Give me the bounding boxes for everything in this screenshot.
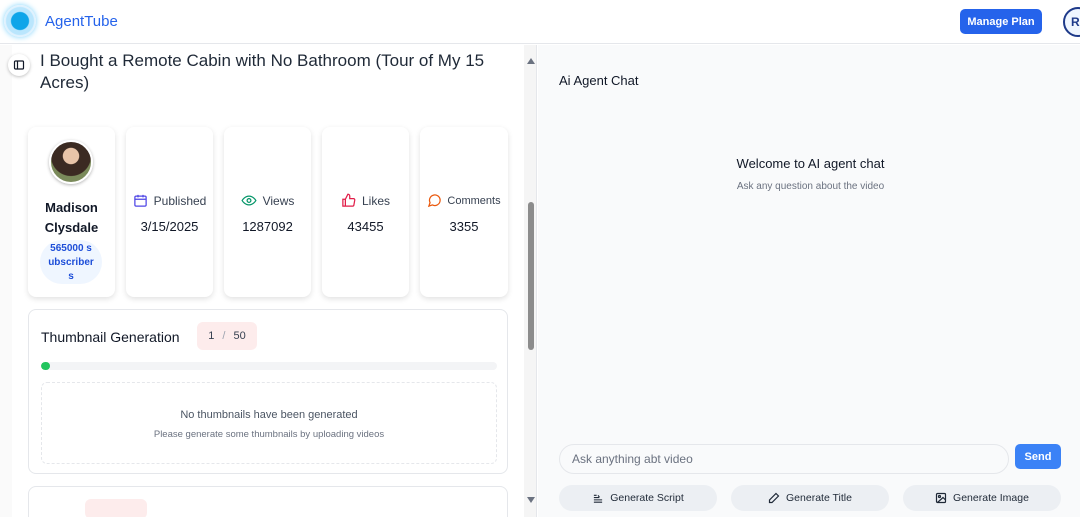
pencil-icon bbox=[768, 492, 780, 504]
scrollbar-thumb[interactable] bbox=[528, 202, 534, 350]
stat-value: 43455 bbox=[347, 219, 384, 234]
stat-value: 1287092 bbox=[242, 219, 293, 234]
thumbnail-progress-fill bbox=[41, 362, 51, 370]
calendar-icon bbox=[133, 194, 147, 207]
thumbnail-generation-panel: Thumbnail Generation 1 / 50 No thumbnail… bbox=[28, 309, 508, 474]
stat-label: Views bbox=[262, 193, 295, 208]
stat-label: Likes bbox=[361, 193, 390, 208]
action-label: Generate Script bbox=[610, 492, 684, 504]
channel-avatar bbox=[49, 140, 93, 184]
eye-icon bbox=[240, 195, 257, 206]
chat-input[interactable] bbox=[559, 444, 1009, 474]
next-section-badge bbox=[85, 499, 147, 517]
generate-title-button[interactable]: Generate Title bbox=[731, 485, 889, 511]
chat-welcome-subtitle: Ask any question about the video bbox=[736, 181, 885, 192]
stat-card-comments: Comments 3355 bbox=[420, 127, 508, 297]
logo-icon[interactable] bbox=[4, 5, 36, 37]
subscriber-badge: 565000 subscribers bbox=[40, 240, 102, 284]
video-title: I Bought a Remote Cabin with No Bathroom… bbox=[40, 51, 485, 92]
action-label: Generate Image bbox=[953, 492, 1029, 504]
chat-welcome-title: Welcome to AI agent chat bbox=[736, 156, 885, 171]
chat-heading: Ai Agent Chat bbox=[559, 73, 639, 88]
thumbnail-limit: 50 bbox=[233, 330, 246, 342]
channel-card: Madison Clysdale 565000 subscribers bbox=[28, 127, 115, 297]
stat-card-views: Views 1287092 bbox=[224, 127, 311, 297]
manage-plan-button[interactable]: Manage Plan bbox=[960, 9, 1042, 34]
script-icon bbox=[594, 494, 603, 503]
counter-separator: / bbox=[222, 330, 226, 342]
empty-state-title: No thumbnails have been generated bbox=[180, 409, 358, 421]
generate-image-button[interactable]: Generate Image bbox=[903, 485, 1061, 511]
stat-value: 3355 bbox=[449, 219, 479, 234]
thumbs-up-icon bbox=[342, 193, 356, 207]
message-circle-icon bbox=[428, 194, 442, 208]
sidebar-icon bbox=[13, 60, 25, 70]
channel-name: Madison Clysdale bbox=[44, 200, 99, 235]
stat-value: 3/15/2025 bbox=[140, 219, 199, 234]
stat-label: Published bbox=[153, 193, 207, 208]
empty-state-subtitle: Please generate some thumbnails by uploa… bbox=[153, 429, 385, 440]
image-icon bbox=[935, 492, 947, 504]
scroll-down-arrow-icon[interactable] bbox=[527, 497, 535, 503]
brand-name[interactable]: AgentTube bbox=[45, 13, 118, 30]
left-pane-scrollbar[interactable] bbox=[524, 45, 536, 517]
send-button[interactable]: Send bbox=[1015, 444, 1061, 469]
action-label: Generate Title bbox=[786, 492, 852, 504]
thumbnail-progress-bar bbox=[41, 362, 497, 370]
video-details-pane: I Bought a Remote Cabin with No Bathroom… bbox=[0, 45, 537, 517]
thumbnail-empty-state: No thumbnails have been generated Please… bbox=[41, 382, 497, 464]
ai-chat-pane: Ai Agent Chat Welcome to AI agent chat A… bbox=[538, 45, 1080, 517]
next-section-panel bbox=[28, 486, 508, 517]
generate-script-button[interactable]: Generate Script bbox=[559, 485, 717, 511]
scroll-up-arrow-icon[interactable] bbox=[527, 58, 535, 64]
sidebar-toggle-button[interactable] bbox=[8, 54, 30, 76]
stat-card-likes: Likes 43455 bbox=[322, 127, 409, 297]
stat-label: Comments bbox=[447, 194, 501, 207]
thumbnail-counter: 1 / 50 bbox=[197, 322, 257, 350]
thumbnail-used-count: 1 bbox=[208, 330, 215, 342]
stat-card-published: Published 3/15/2025 bbox=[126, 127, 213, 297]
user-avatar[interactable]: R bbox=[1063, 7, 1080, 37]
top-header: AgentTube Manage Plan R bbox=[0, 0, 1080, 44]
thumbnail-section-title: Thumbnail Generation bbox=[41, 329, 180, 345]
